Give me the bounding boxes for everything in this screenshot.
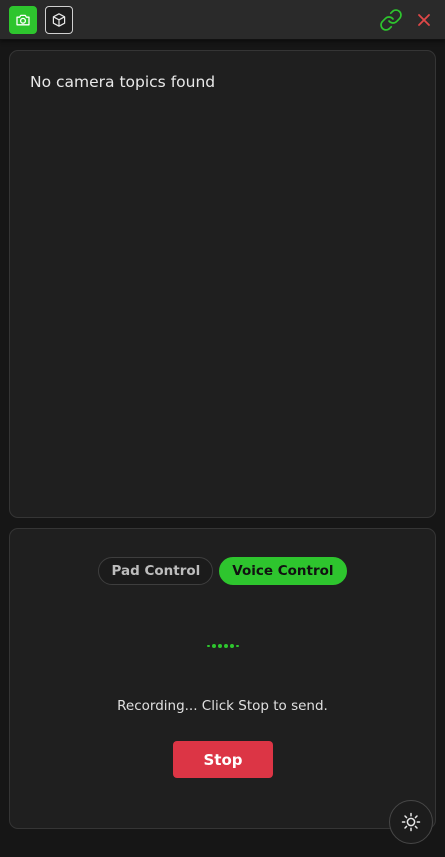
audio-level-indicator	[10, 644, 435, 648]
no-camera-topics-message: No camera topics found	[30, 73, 216, 91]
control-panel: Pad Control Voice Control Recording... C…	[9, 528, 436, 844]
sun-icon	[401, 812, 421, 832]
close-button[interactable]	[412, 7, 436, 33]
camera-icon	[16, 14, 30, 26]
3d-view-button[interactable]	[45, 6, 73, 34]
voice-control-button[interactable]: Voice Control	[219, 557, 347, 585]
camera-panel: No camera topics found	[9, 50, 436, 518]
recording-status: Recording... Click Stop to send.	[117, 698, 328, 714]
pad-control-button[interactable]: Pad Control	[98, 557, 214, 585]
stop-button[interactable]: Stop	[173, 741, 273, 778]
cube-icon	[52, 13, 66, 27]
theme-toggle-button[interactable]	[389, 800, 433, 844]
top-toolbar	[0, 0, 445, 40]
link-icon	[380, 9, 402, 31]
close-icon	[418, 14, 430, 26]
control-mode-toggle: Pad Control Voice Control	[10, 557, 435, 585]
camera-view-button[interactable]	[9, 6, 37, 34]
connection-button[interactable]	[378, 7, 404, 33]
